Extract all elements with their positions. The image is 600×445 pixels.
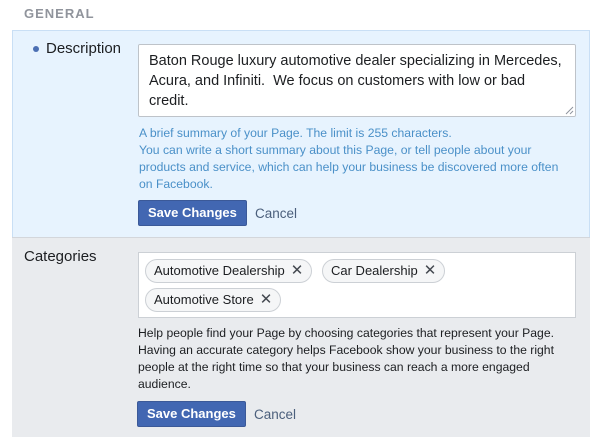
description-label: Description (46, 40, 122, 57)
description-textarea[interactable]: Baton Rouge luxury automotive dealer spe… (138, 44, 576, 117)
description-help-line: You can write a short summary about this… (139, 143, 532, 157)
category-chip-label: Automotive Store (154, 292, 254, 307)
active-bullet-icon (33, 46, 39, 52)
description-help-line: products and service, which can help you… (139, 160, 559, 174)
description-save-button[interactable]: Save Changes (138, 200, 247, 226)
category-chip: Car Dealership ✕ (322, 259, 446, 283)
categories-help-line: people at the right time so that your bu… (138, 360, 530, 374)
categories-input-box[interactable]: Automotive Dealership ✕ Car Dealership ✕ A… (138, 252, 576, 318)
resize-grip-icon[interactable] (564, 105, 574, 115)
section-title: GENERAL (24, 6, 95, 21)
categories-save-button[interactable]: Save Changes (137, 401, 246, 427)
categories-label: Categories (24, 248, 97, 265)
categories-help-text: Help people find your Page by choosing c… (138, 325, 582, 393)
category-chip: Automotive Dealership ✕ (145, 259, 313, 283)
description-panel: Description Baton Rouge luxury automotiv… (12, 30, 590, 237)
categories-help-line: Help people find your Page by choosing c… (138, 326, 554, 340)
description-help-line: on Facebook. (139, 177, 213, 191)
description-help-line: A brief summary of your Page. The limit … (139, 126, 452, 140)
category-chip-label: Car Dealership (331, 263, 418, 278)
description-help-text: A brief summary of your Page. The limit … (139, 125, 579, 193)
category-chip-label: Automotive Dealership (154, 263, 285, 278)
remove-category-icon[interactable]: ✕ (424, 260, 437, 282)
description-cancel-button[interactable]: Cancel (255, 206, 297, 221)
categories-cancel-button[interactable]: Cancel (254, 407, 296, 422)
categories-help-line: Having an accurate category helps Facebo… (138, 343, 554, 357)
remove-category-icon[interactable]: ✕ (291, 260, 304, 282)
categories-help-line: audience. (138, 377, 191, 391)
section-header: GENERAL (0, 0, 600, 30)
remove-category-icon[interactable]: ✕ (260, 289, 273, 311)
categories-panel: Categories Automotive Dealership ✕ Car De… (12, 237, 590, 437)
category-chip: Automotive Store ✕ (145, 288, 282, 312)
